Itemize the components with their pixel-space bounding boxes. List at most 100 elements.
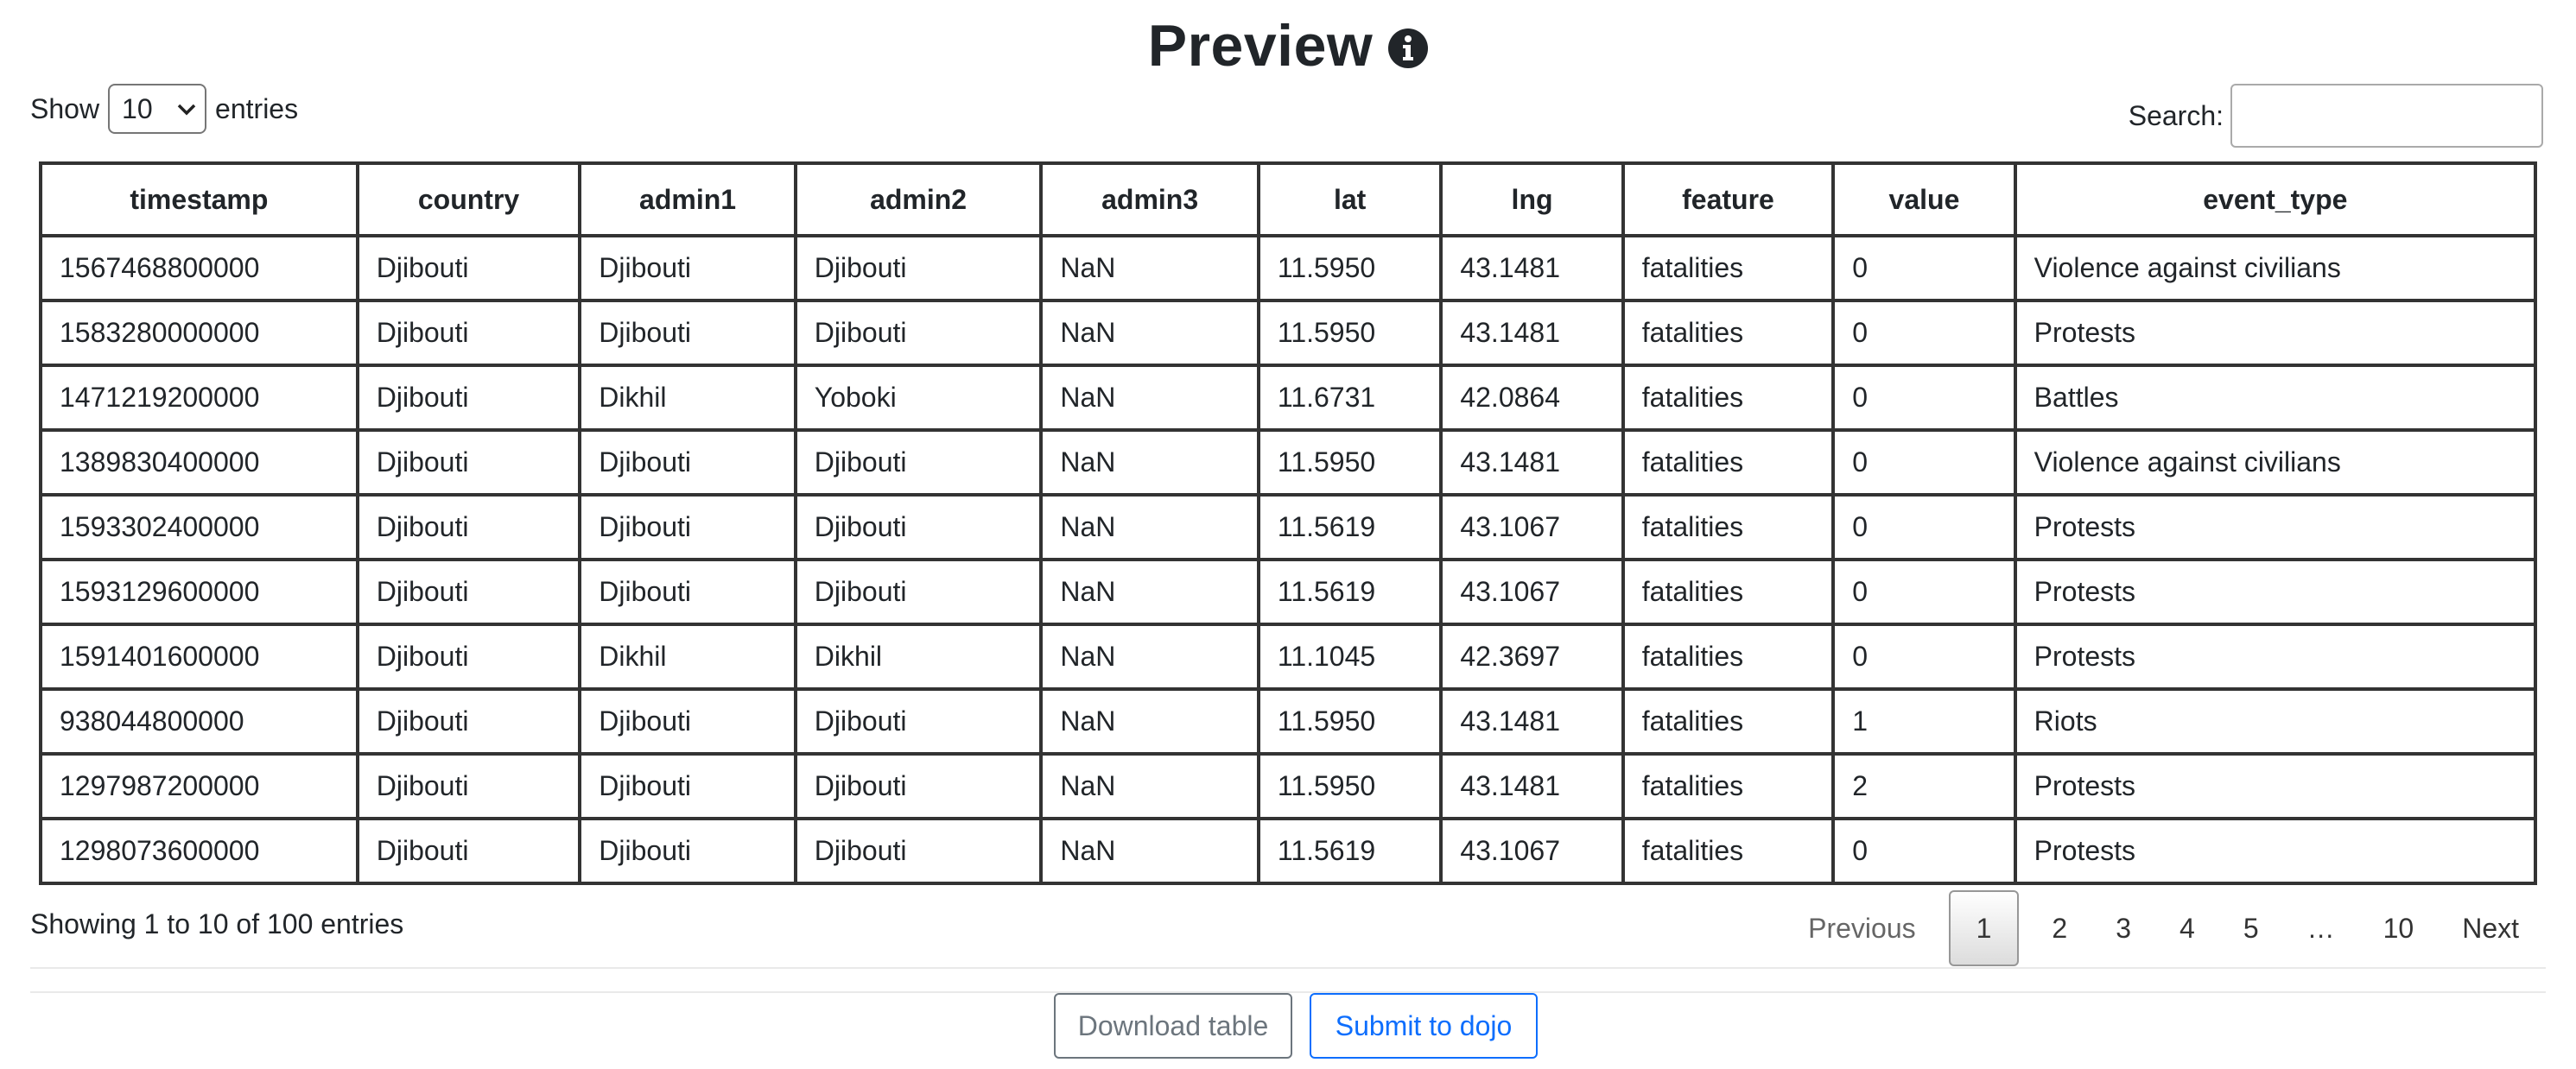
table-row: 1567468800000 Djibouti Djibouti Djibouti NaN… bbox=[39, 234, 2538, 302]
table-cell-timestamp: 1471219200000 bbox=[39, 364, 359, 432]
pagination: Previous 1 2 3 4 5 … 10 Next bbox=[1784, 890, 2543, 966]
table-cell-country: Djibouti bbox=[355, 493, 582, 561]
table-cell-lng: 43.1481 bbox=[1439, 752, 1625, 820]
table-cell-country: Djibouti bbox=[355, 364, 582, 432]
pagination-page-10[interactable]: 10 bbox=[2359, 892, 2439, 965]
pagination-page-5[interactable]: 5 bbox=[2219, 892, 2283, 965]
download-table-button[interactable]: Download table bbox=[1054, 993, 1292, 1059]
table-cell-lat: 11.1045 bbox=[1256, 623, 1443, 691]
table-cell-feature: fatalities bbox=[1621, 234, 1836, 302]
table-row: 938044800000 Djibouti Djibouti Djibouti NaN 1… bbox=[39, 687, 2538, 756]
table-cell-admin1: Djibouti bbox=[578, 428, 797, 497]
table-cell-value: 0 bbox=[1831, 234, 2017, 302]
table-cell-admin3: NaN bbox=[1039, 687, 1260, 756]
column-header-country[interactable]: country bbox=[355, 161, 582, 237]
table-cell-country: Djibouti bbox=[355, 234, 582, 302]
table-cell-feature: fatalities bbox=[1621, 687, 1836, 756]
pagination-page-1[interactable]: 1 bbox=[1948, 890, 2020, 966]
table-cell-admin3: NaN bbox=[1039, 428, 1260, 497]
table-cell-feature: fatalities bbox=[1621, 817, 1836, 885]
table-cell-value: 1 bbox=[1831, 687, 2017, 756]
divider bbox=[30, 967, 2546, 969]
submit-to-dojo-button[interactable]: Submit to dojo bbox=[1310, 993, 1538, 1059]
table-cell-value: 0 bbox=[1831, 493, 2017, 561]
table-cell-lat: 11.5619 bbox=[1256, 817, 1443, 885]
table-cell-feature: fatalities bbox=[1621, 558, 1836, 626]
table-cell-lat: 11.5950 bbox=[1256, 428, 1443, 497]
chevron-down-icon bbox=[177, 104, 196, 116]
table-cell-feature: fatalities bbox=[1621, 752, 1836, 820]
pagination-next[interactable]: Next bbox=[2438, 892, 2543, 965]
entries-length-control: Show 10 entries bbox=[30, 84, 298, 134]
entries-select-value: 10 bbox=[122, 92, 153, 124]
table-cell-lat: 11.5950 bbox=[1256, 234, 1443, 302]
data-table: timestamp country admin1 admin2 admin3 lat lng… bbox=[39, 161, 2538, 885]
table-cell-country: Djibouti bbox=[355, 687, 582, 756]
table-cell-feature: fatalities bbox=[1621, 364, 1836, 432]
table-cell-admin3: NaN bbox=[1039, 558, 1260, 626]
column-header-admin3[interactable]: admin3 bbox=[1039, 161, 1260, 237]
table-cell-country: Djibouti bbox=[355, 752, 582, 820]
search-input[interactable] bbox=[2230, 84, 2543, 148]
table-cell-admin1: Djibouti bbox=[578, 752, 797, 820]
table-cell-value: 0 bbox=[1831, 558, 2017, 626]
table-cell-admin1: Djibouti bbox=[578, 817, 797, 885]
table-cell-lng: 43.1067 bbox=[1439, 558, 1625, 626]
table-row: 1591401600000 Djibouti Dikhil Dikhil NaN 11.1… bbox=[39, 623, 2538, 691]
table-body: 1567468800000 Djibouti Djibouti Djibouti NaN… bbox=[39, 234, 2538, 885]
page-title: Preview bbox=[1147, 13, 1374, 79]
column-header-lat[interactable]: lat bbox=[1256, 161, 1443, 237]
pagination-page-2[interactable]: 2 bbox=[2027, 892, 2091, 965]
table-cell-country: Djibouti bbox=[355, 817, 582, 885]
column-header-value[interactable]: value bbox=[1831, 161, 2017, 237]
column-header-admin2[interactable]: admin2 bbox=[793, 161, 1044, 237]
table-cell-timestamp: 1389830400000 bbox=[39, 428, 359, 497]
table-cell-lat: 11.5619 bbox=[1256, 558, 1443, 626]
table-cell-lng: 43.1481 bbox=[1439, 687, 1625, 756]
table-cell-timestamp: 1583280000000 bbox=[39, 299, 359, 367]
table-cell-event-type: Violence against civilians bbox=[2013, 428, 2538, 497]
pagination-page-4[interactable]: 4 bbox=[2155, 892, 2219, 965]
table-cell-country: Djibouti bbox=[355, 623, 582, 691]
table-cell-timestamp: 1297987200000 bbox=[39, 752, 359, 820]
table-cell-event-type: Battles bbox=[2013, 364, 2538, 432]
column-header-timestamp[interactable]: timestamp bbox=[39, 161, 359, 237]
table-cell-feature: fatalities bbox=[1621, 299, 1836, 367]
table-cell-admin3: NaN bbox=[1039, 493, 1260, 561]
search-label: Search: bbox=[2128, 99, 2224, 131]
table-cell-lat: 11.5950 bbox=[1256, 687, 1443, 756]
info-circle-icon[interactable] bbox=[1388, 28, 1429, 68]
table-cell-admin2: Djibouti bbox=[793, 428, 1044, 497]
pagination-previous[interactable]: Previous bbox=[1784, 892, 1940, 965]
table-cell-event-type: Protests bbox=[2013, 817, 2538, 885]
table-cell-lat: 11.6731 bbox=[1256, 364, 1443, 432]
table-cell-lng: 43.1481 bbox=[1439, 234, 1625, 302]
table-cell-admin3: NaN bbox=[1039, 817, 1260, 885]
table-cell-timestamp: 938044800000 bbox=[39, 687, 359, 756]
table-cell-value: 0 bbox=[1831, 364, 2017, 432]
entries-select[interactable]: 10 bbox=[108, 84, 207, 134]
table-cell-admin1: Djibouti bbox=[578, 234, 797, 302]
table-cell-admin2: Djibouti bbox=[793, 299, 1044, 367]
search-control: Search: bbox=[2129, 84, 2543, 148]
table-cell-value: 0 bbox=[1831, 428, 2017, 497]
table-header-row: timestamp country admin1 admin2 admin3 lat lng… bbox=[39, 161, 2538, 237]
header: Preview bbox=[0, 12, 2576, 79]
table-cell-timestamp: 1567468800000 bbox=[39, 234, 359, 302]
table-cell-admin2: Djibouti bbox=[793, 752, 1044, 820]
column-header-admin1[interactable]: admin1 bbox=[578, 161, 797, 237]
pagination-page-3[interactable]: 3 bbox=[2091, 892, 2155, 965]
table-row: 1583280000000 Djibouti Djibouti Djibouti NaN… bbox=[39, 299, 2538, 367]
table-cell-feature: fatalities bbox=[1621, 623, 1836, 691]
table-cell-timestamp: 1591401600000 bbox=[39, 623, 359, 691]
column-header-feature[interactable]: feature bbox=[1621, 161, 1836, 237]
table-cell-admin2: Yoboki bbox=[793, 364, 1044, 432]
entries-label: entries bbox=[215, 92, 299, 124]
column-header-lng[interactable]: lng bbox=[1439, 161, 1625, 237]
table-cell-timestamp: 1593302400000 bbox=[39, 493, 359, 561]
table-cell-admin2: Dikhil bbox=[793, 623, 1044, 691]
table-cell-admin3: NaN bbox=[1039, 623, 1260, 691]
table-cell-lng: 43.1481 bbox=[1439, 428, 1625, 497]
table-cell-feature: fatalities bbox=[1621, 493, 1836, 561]
column-header-event-type[interactable]: event_type bbox=[2013, 161, 2538, 237]
